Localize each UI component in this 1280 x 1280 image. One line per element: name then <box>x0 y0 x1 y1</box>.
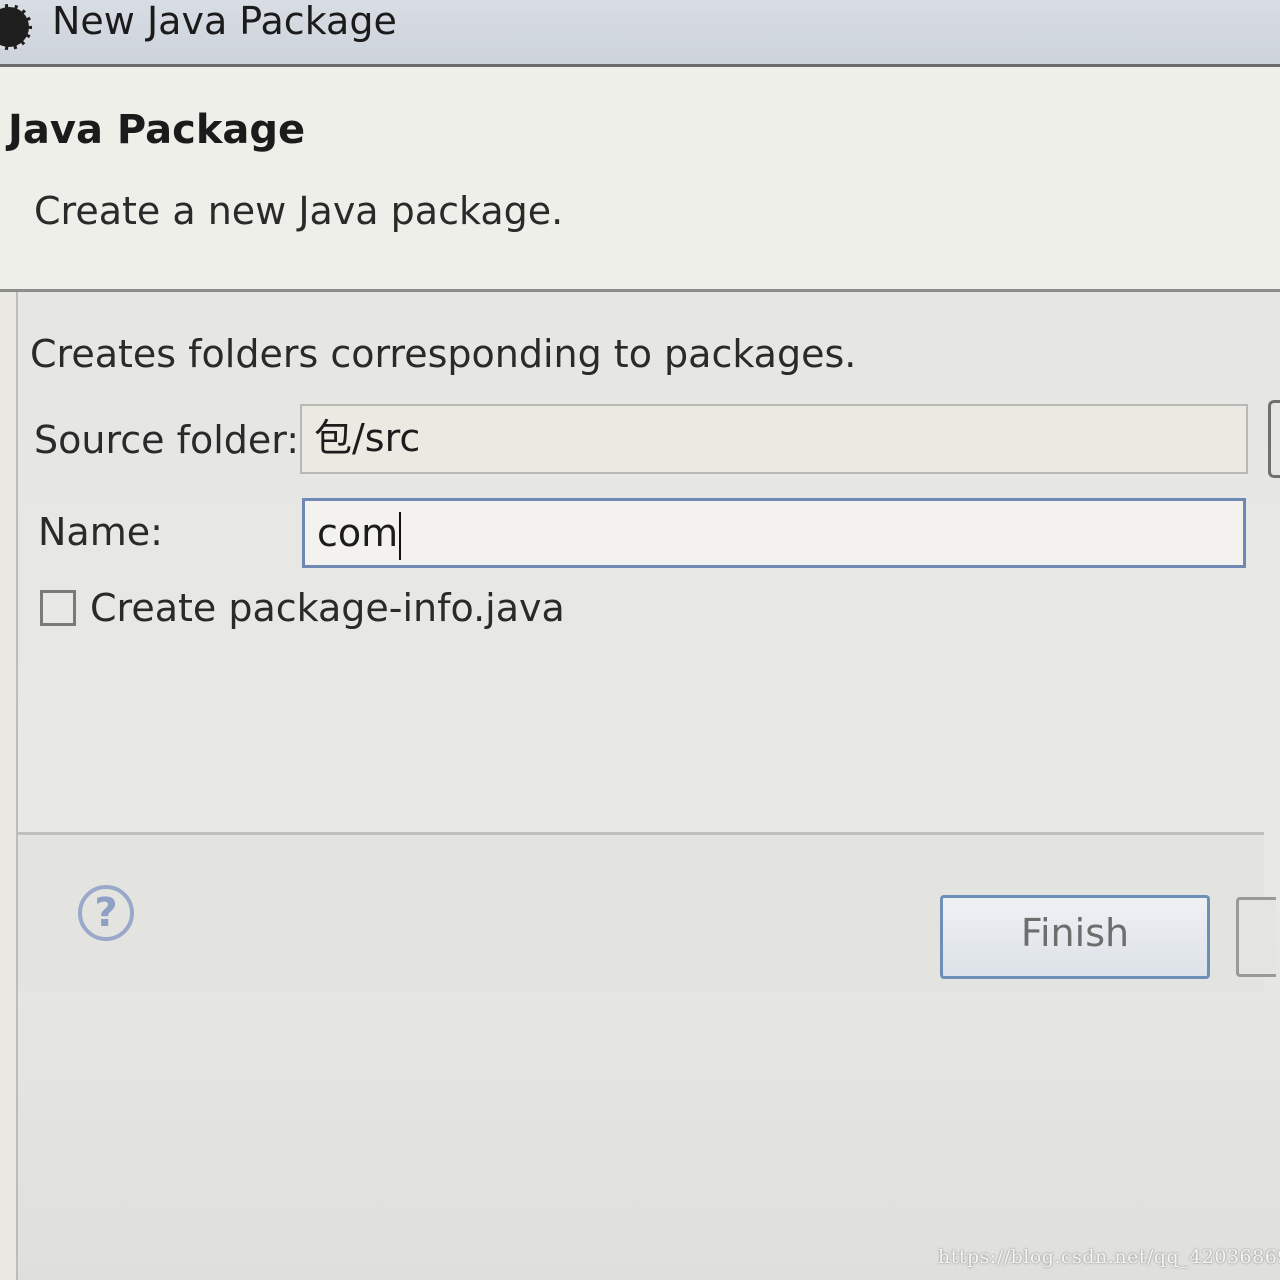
eclipse-app-icon <box>0 4 32 50</box>
finish-button[interactable]: Finish <box>940 895 1210 979</box>
new-java-package-dialog: New Java Package Java Package Create a n… <box>0 0 1280 1280</box>
banner-title: Java Package <box>8 107 306 153</box>
window-title: New Java Package <box>52 0 397 43</box>
help-icon[interactable]: ? <box>78 885 134 941</box>
name-label: Name: <box>38 510 163 554</box>
text-caret <box>399 511 402 560</box>
create-package-info-checkbox[interactable] <box>40 590 76 626</box>
watermark: https://blog.csdn.net/qq_42036869 <box>938 1246 1280 1268</box>
button-bar: ? Finish <box>18 832 1276 991</box>
source-folder-label: Source folder: <box>34 418 300 462</box>
cancel-button[interactable] <box>1236 897 1276 977</box>
content-description: Creates folders corresponding to package… <box>30 332 857 376</box>
title-bar[interactable]: New Java Package <box>0 0 1280 67</box>
wizard-banner: Java Package Create a new Java package. <box>0 67 1280 292</box>
source-folder-field[interactable]: 包/src <box>300 404 1248 474</box>
source-folder-value: 包/src <box>314 416 421 460</box>
wizard-content: Creates folders corresponding to package… <box>16 292 1280 1280</box>
banner-description: Create a new Java package. <box>34 189 564 233</box>
name-value: com <box>317 511 399 555</box>
create-package-info-label[interactable]: Create package-info.java <box>90 586 565 630</box>
browse-button[interactable] <box>1268 400 1280 478</box>
name-field[interactable]: com <box>302 498 1246 568</box>
